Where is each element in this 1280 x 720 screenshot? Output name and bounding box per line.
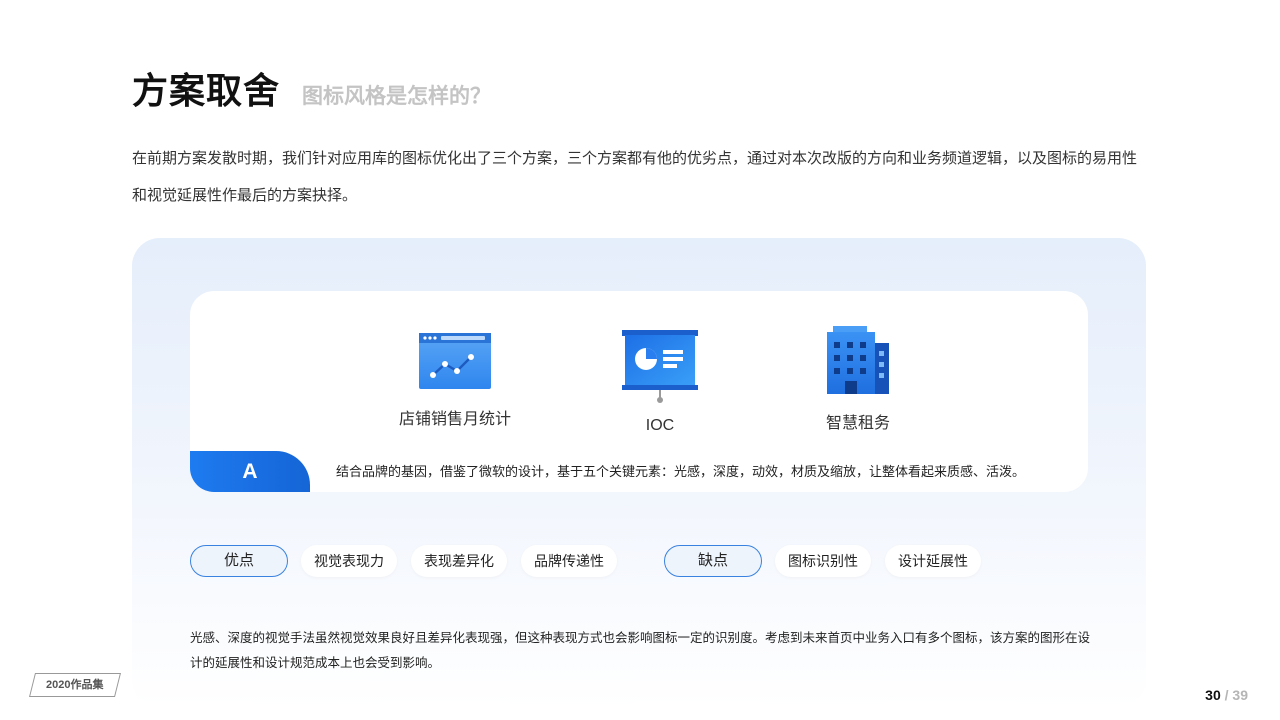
sales-chart-icon <box>419 333 491 389</box>
office-building-icon <box>827 326 889 394</box>
slide-page: 方案取舍 图标风格是怎样的？ 在前期方案发散时期，我们针对应用库的图标优化出了三… <box>0 0 1280 720</box>
scheme-description: 结合品牌的基因，借鉴了微软的设计，基于五个关键元素：光感，深度，动效，材质及缩放… <box>336 464 1026 479</box>
icon-label: 智慧租务 <box>825 415 890 432</box>
cons-label: 缺点 <box>664 545 762 577</box>
page-subtitle: 图标风格是怎样的？ <box>302 85 492 108</box>
summary-paragraph: 光感、深度的视觉手法虽然视觉效果良好且差异化表现强，但这种表现方式也会影响图标一… <box>190 631 1091 670</box>
portfolio-badge: 2020作品集 <box>29 673 121 697</box>
pros-item: 表现差异化 <box>411 545 507 577</box>
scheme-a-card: 店铺销售月统计 IOC 智慧租务 A 结合品牌的基因，借鉴了微软的设计，基于五个… <box>190 291 1088 492</box>
pros-label: 优点 <box>190 545 288 577</box>
icon-item-rental: 智慧租务 <box>798 325 918 433</box>
portfolio-badge-label: 2020作品集 <box>46 679 104 691</box>
page-number: 30 / 39 <box>1205 687 1248 703</box>
pros-item: 视觉表现力 <box>301 545 397 577</box>
page-total: 39 <box>1232 687 1248 703</box>
presentation-board-icon <box>622 330 698 403</box>
icon-label: 店铺销售月统计 <box>398 411 511 428</box>
intro-paragraph: 在前期方案发散时期，我们针对应用库的图标优化出了三个方案，三个方案都有他的优劣点… <box>132 150 1138 204</box>
icon-label: IOC <box>645 417 675 434</box>
cons-item: 设计延展性 <box>885 545 981 577</box>
pros-item: 品牌传递性 <box>521 545 617 577</box>
icon-item-ioc: IOC <box>600 329 720 435</box>
icon-item-sales: 店铺销售月统计 <box>395 329 515 429</box>
page-separator: / <box>1224 687 1229 703</box>
page-title: 方案取舍 <box>132 70 281 111</box>
title-row: 方案取舍 图标风格是怎样的？ <box>132 62 491 114</box>
scheme-tag: A <box>190 451 310 492</box>
page-current: 30 <box>1205 687 1221 703</box>
cons-item: 图标识别性 <box>775 545 871 577</box>
